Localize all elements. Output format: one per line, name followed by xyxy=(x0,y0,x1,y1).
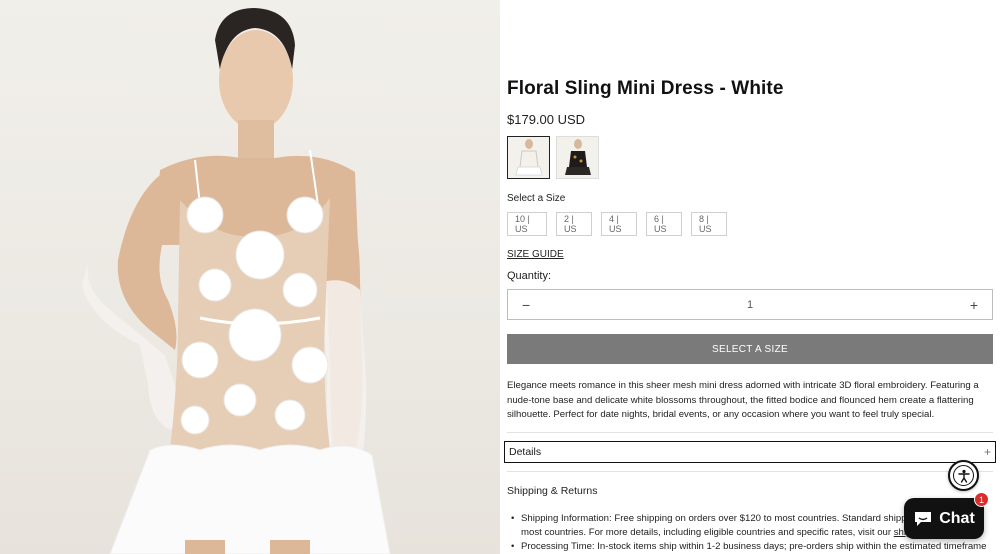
chat-label: Chat xyxy=(939,509,975,527)
quantity-label: Quantity: xyxy=(507,270,552,282)
product-hero-image[interactable] xyxy=(0,0,500,554)
plus-icon: + xyxy=(983,445,991,459)
quantity-increment-button[interactable]: + xyxy=(970,297,978,313)
variant-thumb-black[interactable] xyxy=(556,136,599,179)
select-size-button[interactable]: SELECT A SIZE xyxy=(507,334,993,364)
size-option-4[interactable]: 4 | US xyxy=(601,212,637,236)
size-option-2[interactable]: 2 | US xyxy=(556,212,592,236)
processing-time-text: Processing Time: In-stock items ship wit… xyxy=(521,541,987,552)
product-description: Elegance meets romance in this sheer mes… xyxy=(507,380,979,421)
divider xyxy=(507,432,993,433)
accessibility-button[interactable] xyxy=(948,460,979,491)
accessibility-icon xyxy=(953,465,974,486)
shipping-returns-accordion[interactable]: Shipping & Returns xyxy=(507,485,597,497)
product-title: Floral Sling Mini Dress - White xyxy=(507,78,784,99)
divider xyxy=(507,471,993,472)
details-accordion-label: Details xyxy=(509,446,542,458)
model-illustration xyxy=(82,8,391,554)
quantity-decrement-button[interactable]: − xyxy=(522,297,530,313)
white-dress-thumbnail-icon xyxy=(514,138,543,175)
chat-notification-badge: 1 xyxy=(974,492,989,507)
quantity-value[interactable]: 1 xyxy=(747,299,753,311)
chat-widget-button[interactable]: Chat xyxy=(904,498,984,539)
size-option-10[interactable]: 10 | US xyxy=(507,212,547,236)
size-guide-link[interactable]: SIZE GUIDE xyxy=(507,249,564,260)
product-price: $179.00 USD xyxy=(507,112,586,127)
size-option-8[interactable]: 8 | US xyxy=(691,212,727,236)
size-options: 10 | US 2 | US 4 | US 6 | US 8 | US xyxy=(507,212,727,236)
chat-bubble-icon xyxy=(915,511,932,526)
person-icon xyxy=(957,469,970,483)
list-item: Processing Time: In-stock items ship wit… xyxy=(507,540,993,554)
size-label: Select a Size xyxy=(507,193,566,204)
quantity-stepper: − 1 + xyxy=(507,289,993,320)
size-option-6[interactable]: 6 | US xyxy=(646,212,682,236)
variant-thumb-white[interactable] xyxy=(507,136,550,179)
black-dress-thumbnail-icon xyxy=(564,138,591,175)
details-accordion[interactable]: Details + xyxy=(504,441,996,463)
variant-thumbnails xyxy=(507,136,599,179)
product-info-panel: Floral Sling Mini Dress - White $179.00 … xyxy=(504,0,996,554)
